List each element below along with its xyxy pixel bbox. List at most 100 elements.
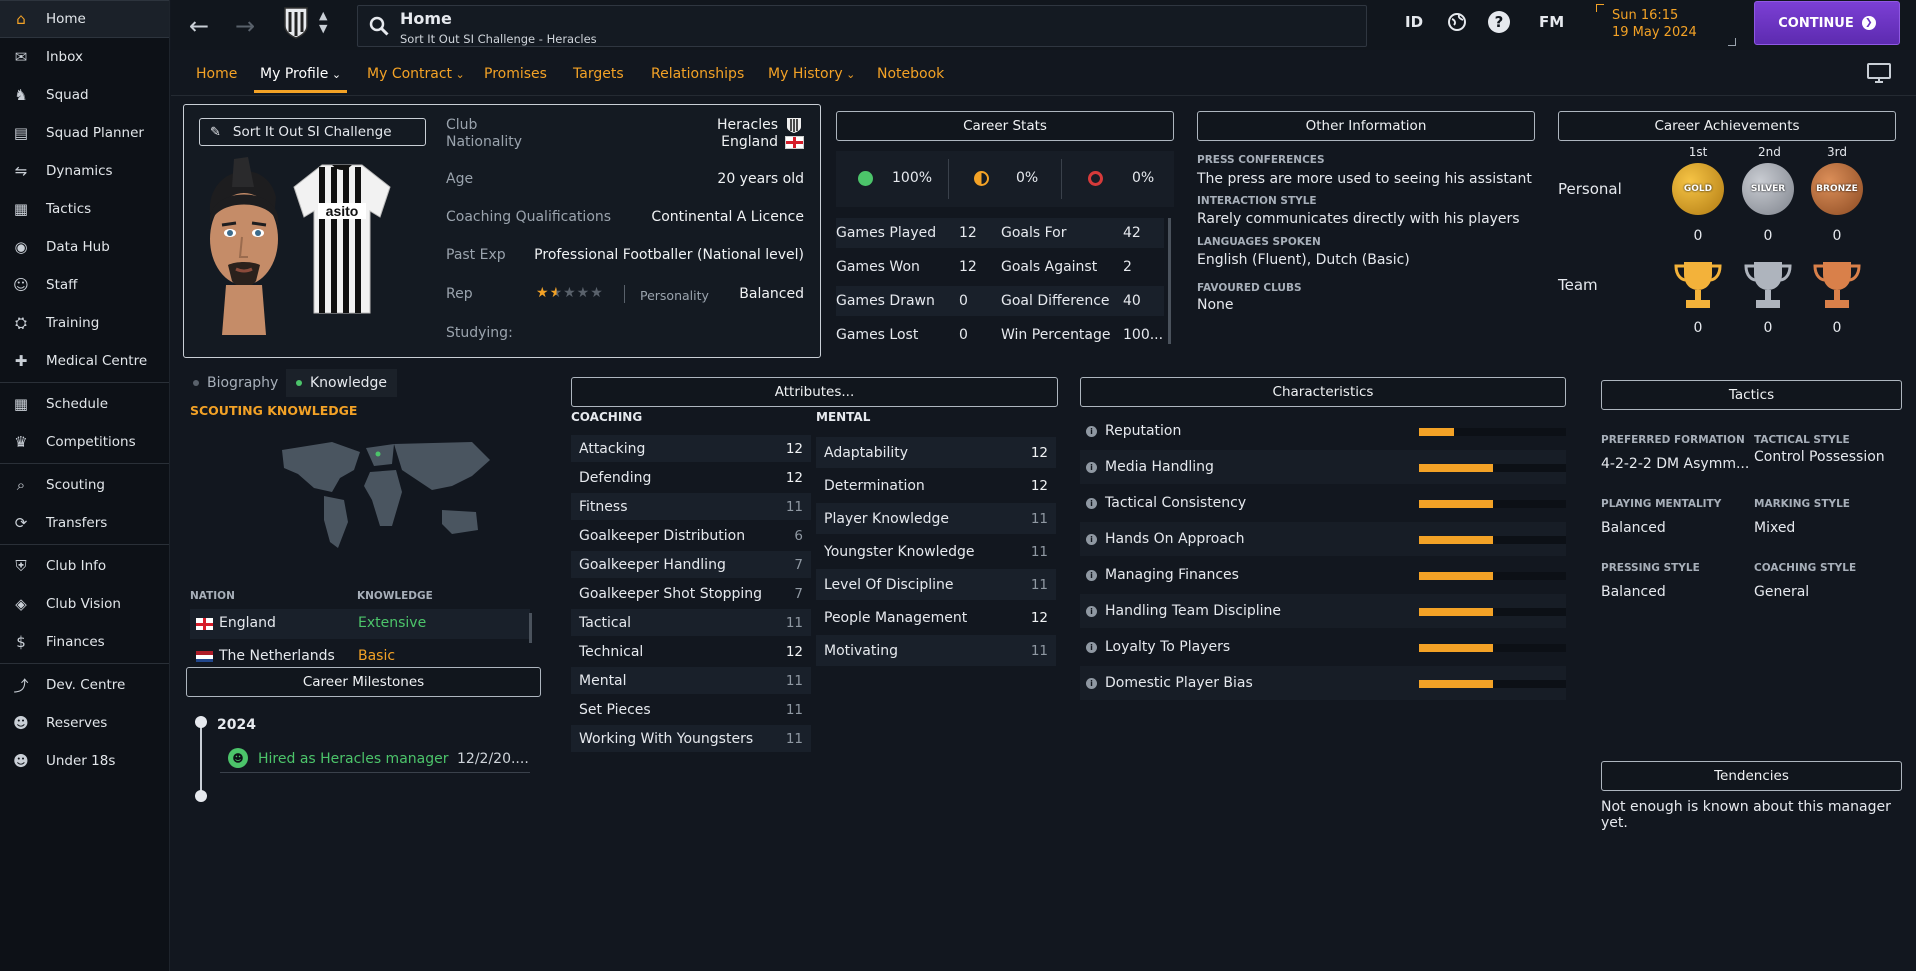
attribute-row[interactable]: Goalkeeper Shot Stopping 7 [571,580,811,607]
info-icon[interactable]: i [1086,569,1097,581]
sidebar-item-under-18s[interactable]: ☻ Under 18s [0,742,169,780]
attribute-row[interactable]: Technical 12 [571,638,811,665]
info-icon[interactable]: i [1086,497,1097,509]
characteristic-row[interactable]: i Media Handling [1080,450,1566,484]
attribute-row[interactable]: Attacking 12 [571,435,811,462]
characteristic-row[interactable]: i Handling Team Discipline [1080,594,1566,628]
sidebar-item-finances[interactable]: $ Finances [0,623,169,661]
tab-my-contract[interactable]: My Contract ⌄ [367,66,465,82]
attribute-name: Goalkeeper Shot Stopping [579,585,763,602]
attribute-row[interactable]: Determination 12 [816,470,1056,501]
attribute-row[interactable]: Goalkeeper Handling 7 [571,551,811,578]
tab-my-profile[interactable]: My Profile ⌄ [253,66,348,93]
characteristic-row[interactable]: i Hands On Approach [1080,522,1566,556]
stats-scrollbar[interactable] [1168,218,1171,344]
club-switch-icon[interactable]: ▲ ▼ [319,9,327,35]
sidebar-item-dev-centre[interactable]: ⤴ Dev. Centre [0,666,169,704]
continue-button[interactable]: CONTINUE ❯ [1754,1,1900,45]
tab-notebook[interactable]: Notebook [877,66,944,82]
attribute-row[interactable]: Set Pieces 11 [571,696,811,723]
sidebar-item-competitions[interactable]: ♛ Competitions [0,423,169,461]
club-crest-icon[interactable] [283,6,309,40]
career-stats-header[interactable]: Career Stats [836,111,1174,141]
sidebar-item-medical-centre[interactable]: ✚ Medical Centre [0,342,169,380]
knowledge-scrollbar[interactable] [529,613,532,643]
date-time[interactable]: Sun 16:15 19 May 2024 [1596,4,1736,46]
tab-relationships[interactable]: Relationships [651,66,744,82]
press-value: The press are more used to seeing his as… [1197,171,1532,187]
help-icon[interactable]: ? [1488,11,1510,33]
display-icon[interactable] [1867,63,1891,87]
characteristic-row[interactable]: i Reputation [1080,414,1566,448]
characteristics-header[interactable]: Characteristics [1080,377,1566,407]
sidebar-item-squad[interactable]: ♞ Squad [0,76,169,114]
sidebar-item-reserves[interactable]: ☻ Reserves [0,704,169,742]
tendencies-header[interactable]: Tendencies [1601,761,1902,791]
tab-promises[interactable]: Promises [484,66,547,82]
name-edit-button[interactable]: ✎ Sort It Out SI Challenge [199,118,426,146]
sidebar-item-inbox[interactable]: ✉ Inbox [0,38,169,76]
attribute-row[interactable]: Fitness 11 [571,493,811,520]
back-arrow-icon[interactable]: ← [189,12,209,40]
attribute-row[interactable]: Player Knowledge 11 [816,503,1056,534]
attribute-row[interactable]: Defending 12 [571,464,811,491]
sidebar-item-training[interactable]: ⛭ Training [0,304,169,342]
globe-icon[interactable] [1447,12,1467,36]
sidebar-item-label: Data Hub [46,239,110,255]
attribute-row[interactable]: Level Of Discipline 11 [816,569,1056,600]
attribute-name: Fitness [579,498,628,515]
characteristic-row[interactable]: i Tactical Consistency [1080,486,1566,520]
attribute-row[interactable]: Mental 11 [571,667,811,694]
characteristic-row[interactable]: i Domestic Player Bias [1080,666,1566,700]
sidebar-item-squad-planner[interactable]: ▤ Squad Planner [0,114,169,152]
attributes-header[interactable]: Attributes... [571,377,1058,407]
sidebar-item-dynamics[interactable]: ⇋ Dynamics [0,152,169,190]
attribute-row[interactable]: Working With Youngsters 11 [571,725,811,752]
info-icon[interactable]: i [1086,425,1097,437]
breadcrumb-search[interactable]: Home Sort It Out SI Challenge - Heracles [357,5,1367,47]
sidebar-item-staff[interactable]: ☺ Staff [0,266,169,304]
tab-home[interactable]: Home [196,66,237,82]
tab-knowledge[interactable]: Knowledge [286,369,397,397]
characteristic-row[interactable]: i Managing Finances [1080,558,1566,592]
attribute-row[interactable]: Goalkeeper Distribution 6 [571,522,811,549]
tab-my-history[interactable]: My History ⌄ [768,66,855,82]
attribute-value: 11 [1030,543,1048,560]
achievements-header[interactable]: Career Achievements [1558,111,1896,141]
milestone-item[interactable]: ☻ Hired as Heracles manager 12/2/20.... [220,745,530,773]
sidebar-item-schedule[interactable]: ▦ Schedule [0,385,169,423]
milestones-header[interactable]: Career Milestones [186,667,541,697]
nationality-value[interactable]: England [721,134,778,150]
attribute-row[interactable]: Tactical 11 [571,609,811,636]
knowledge-row[interactable]: The Netherlands Basic [190,642,530,662]
sidebar-item-tactics[interactable]: ▦ Tactics [0,190,169,228]
info-icon[interactable]: i [1086,461,1097,473]
id-button[interactable]: ID [1405,13,1423,31]
info-icon[interactable]: i [1086,605,1097,617]
tactics-header[interactable]: Tactics [1601,380,1902,410]
characteristic-row[interactable]: i Loyalty To Players [1080,630,1566,664]
attribute-row[interactable]: Adaptability 12 [816,437,1056,468]
sidebar-item-scouting[interactable]: ⌕ Scouting [0,466,169,504]
marking-label: MARKING STYLE [1754,498,1850,510]
world-map[interactable] [262,430,502,565]
sidebar-item-club-vision[interactable]: ◈ Club Vision [0,585,169,623]
fm-menu-button[interactable]: FM [1539,13,1564,31]
attributes-title: Attributes... [774,384,855,400]
attribute-row[interactable]: Motivating 11 [816,635,1056,666]
attribute-row[interactable]: Youngster Knowledge 11 [816,536,1056,567]
sidebar-item-club-info[interactable]: ⛨ Club Info [0,547,169,585]
sidebar-item-data-hub[interactable]: ◉ Data Hub [0,228,169,266]
forward-arrow-icon[interactable]: → [235,12,255,40]
tab-targets[interactable]: Targets [573,66,624,82]
attribute-row[interactable]: People Management 12 [816,602,1056,633]
other-info-header[interactable]: Other Information [1197,111,1535,141]
tab-biography[interactable]: Biography [193,375,278,391]
club-value[interactable]: Heracles [717,117,778,133]
sidebar-item-home[interactable]: ⌂ Home [0,0,169,38]
knowledge-row[interactable]: England Extensive [190,609,530,639]
info-icon[interactable]: i [1086,677,1097,689]
info-icon[interactable]: i [1086,533,1097,545]
sidebar-item-transfers[interactable]: ⟳ Transfers [0,504,169,542]
info-icon[interactable]: i [1086,641,1097,653]
